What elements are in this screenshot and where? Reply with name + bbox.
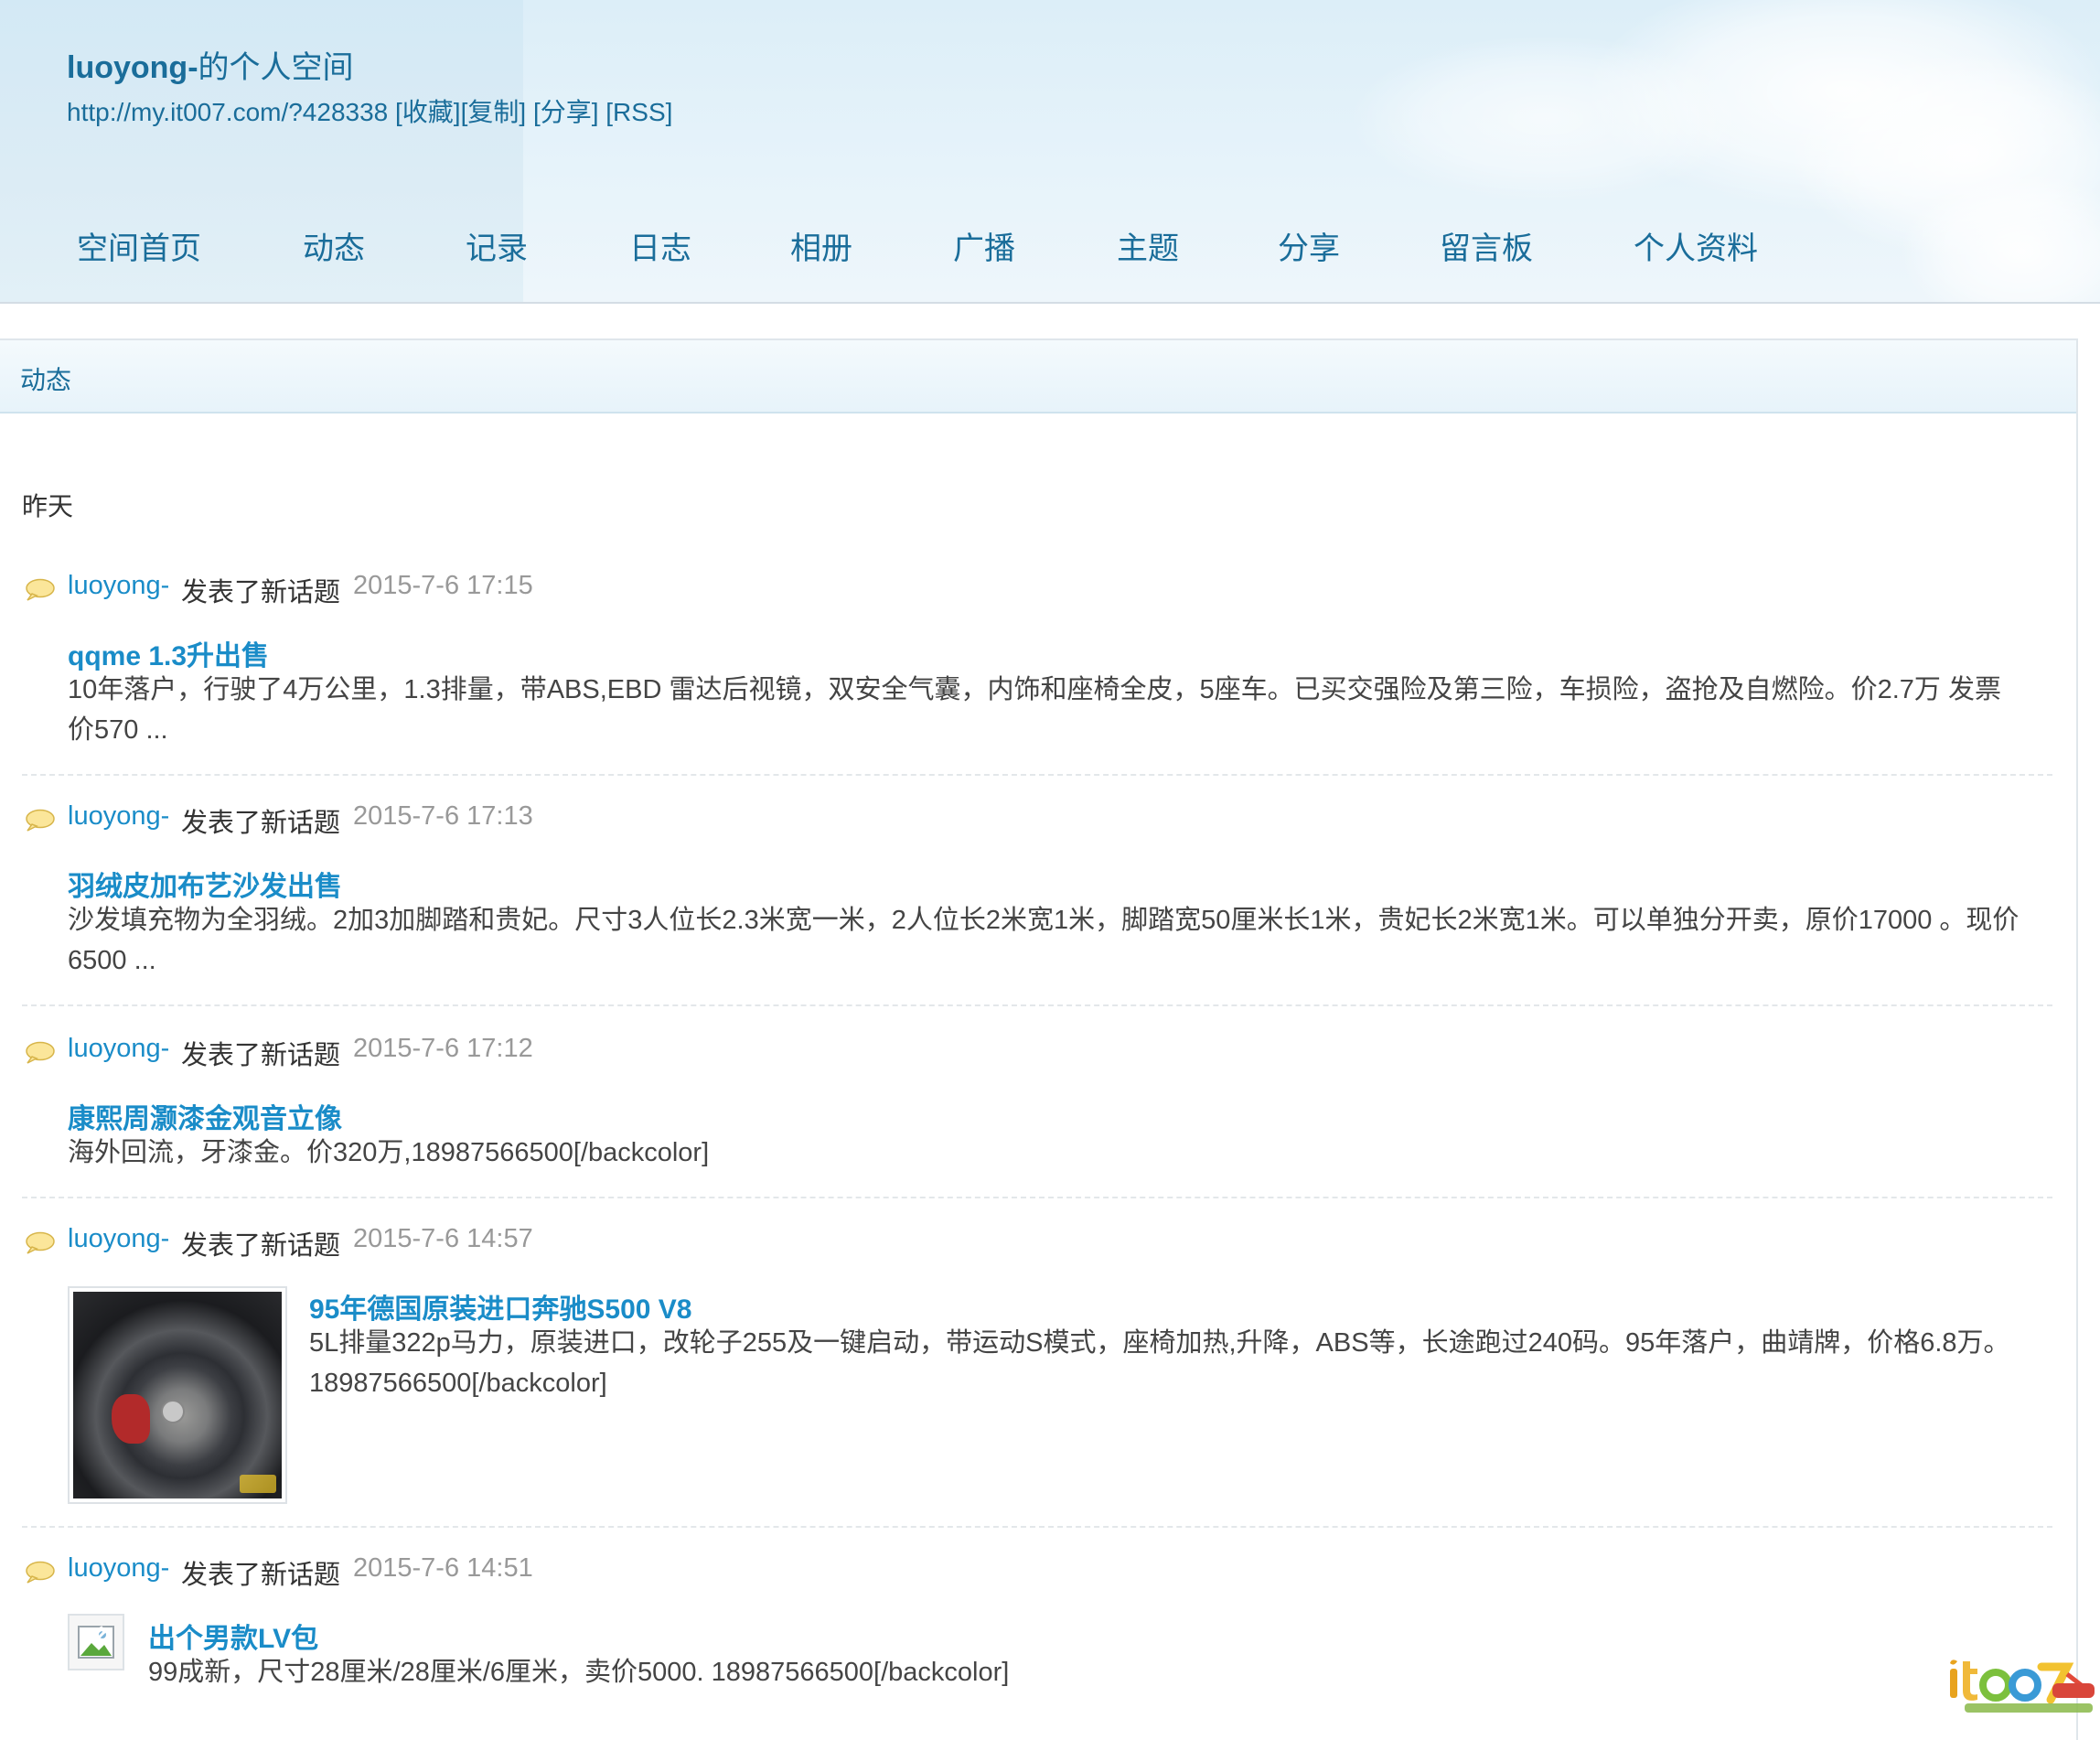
feed-desc: 海外回流，牙漆金。价320万,18987566500[/backcolor] [68,1138,710,1167]
feed-action: 发表了新话题 [181,1561,341,1590]
space-url-line: http://my.it007.com/?428338 [收藏][复制] [分享… [67,92,672,129]
rss-link[interactable]: [RSS] [605,98,672,126]
nav-item-profile[interactable]: 个人资料 [1634,223,1758,268]
feed-panel-header: 动态 [0,340,2076,414]
speech-bubble-icon [26,1561,55,1584]
nav-item-broadcast[interactable]: 广播 [953,223,1015,268]
broken-image-icon[interactable] [68,1614,124,1670]
feed-desc: 99成新，尺寸28厘米/28厘米/6厘米，卖价5000. 18987566500… [148,1658,1010,1687]
feed-item: luoyong- 发表了新话题 2015-7-6 17:12 康熙周灏漆金观音立… [22,1034,2052,1198]
feed-action: 发表了新话题 [181,1041,341,1070]
feed-topic-link[interactable]: qqme 1.3升出售 [68,633,269,673]
space-title-user[interactable]: luoyong- [67,50,198,85]
feed-time: 2015-7-6 17:13 [353,801,533,831]
feed-time: 2015-7-6 14:57 [353,1224,533,1253]
speech-bubble-icon [26,1041,55,1064]
feed-author-link[interactable]: luoyong- [68,801,169,832]
feed-action: 发表了新话题 [181,578,341,607]
main-nav: 空间首页 动态 记录 日志 相册 广播 主题 分享 留言板 个人资料 [0,223,2100,269]
feed-desc: 10年落户，行驶了4万公里，1.3排量，带ABS,EBD 雷达后视镜，双安全气囊… [68,675,2001,745]
photo-watermark [240,1475,276,1493]
space-title-suffix[interactable]: 的个人空间 [198,50,354,85]
nav-item-blog[interactable]: 日志 [629,223,691,268]
space-header: luoyong-的个人空间 http://my.it007.com/?42833… [0,0,2100,304]
nav-item-records[interactable]: 记录 [466,223,528,268]
feed-desc: 5L排量322p马力，原装进口，改轮子255及一键启动，带运动S模式，座椅加热,… [309,1328,2010,1398]
nav-item-feed[interactable]: 动态 [303,223,365,268]
feed-topic-link[interactable]: 康熙周灏漆金观音立像 [68,1096,342,1136]
header-cloud [1354,37,1738,201]
feed-author-link[interactable]: luoyong- [68,1224,169,1254]
feed-item: luoyong- 发表了新话题 2015-7-6 14:57 95年德国原装进口… [22,1224,2052,1528]
broken-image-icon [78,1626,114,1659]
site-logo [1950,1659,2095,1713]
feed-time: 2015-7-6 17:15 [353,571,533,600]
nav-item-home[interactable]: 空间首页 [77,223,201,268]
feed-desc: 沙发填充物为全羽绒。2加3加脚踏和贵妃。尺寸3人位长2.3米宽一米，2人位长2米… [68,906,2020,975]
feed-item: luoyong- 发表了新话题 2015-7-6 17:13 羽绒皮加布艺沙发出… [22,801,2052,1006]
nav-item-album[interactable]: 相册 [790,223,852,268]
feed-topic-link[interactable]: 出个男款LV包 [148,1616,318,1656]
speech-bubble-icon [26,578,55,601]
photo-wheel-hub [161,1400,185,1423]
feed-topic-link[interactable]: 95年德国原装进口奔驰S500 V8 [309,1286,691,1326]
favorite-link[interactable]: [收藏] [395,98,461,126]
share-link[interactable]: [分享] [533,98,599,126]
feed-author-link[interactable]: luoyong- [68,1034,169,1064]
feed-time: 2015-7-6 14:51 [353,1553,533,1583]
nav-item-guestbook[interactable]: 留言板 [1440,223,1533,268]
feed-action: 发表了新话题 [181,1231,341,1261]
speech-bubble-icon [26,1231,55,1254]
car-wheel-photo [73,1292,282,1498]
day-label: 昨天 [22,492,74,521]
feed-action: 发表了新话题 [181,809,341,838]
speech-bubble-icon [26,809,55,832]
space-url-link[interactable]: http://my.it007.com/?428338 [67,98,388,126]
nav-item-topics[interactable]: 主题 [1117,223,1179,268]
feed-time: 2015-7-6 17:12 [353,1034,533,1063]
topic-thumbnail[interactable] [68,1286,287,1504]
copy-link[interactable]: [复制] [461,98,527,126]
feed-topic-link[interactable]: 羽绒皮加布艺沙发出售 [68,864,342,904]
feed-panel-title[interactable]: 动态 [20,360,71,397]
feed-author-link[interactable]: luoyong- [68,571,169,601]
nav-item-share[interactable]: 分享 [1278,223,1340,268]
photo-brake-caliper [112,1394,150,1444]
feed-item: luoyong- 发表了新话题 2015-7-6 17:15 qqme 1.3升… [22,571,2052,776]
space-title[interactable]: luoyong-的个人空间 [67,42,354,87]
feed-author-link[interactable]: luoyong- [68,1553,169,1584]
feed-item: luoyong- 发表了新话题 2015-7-6 14:51 出个男款LV包 9… [22,1553,2052,1722]
